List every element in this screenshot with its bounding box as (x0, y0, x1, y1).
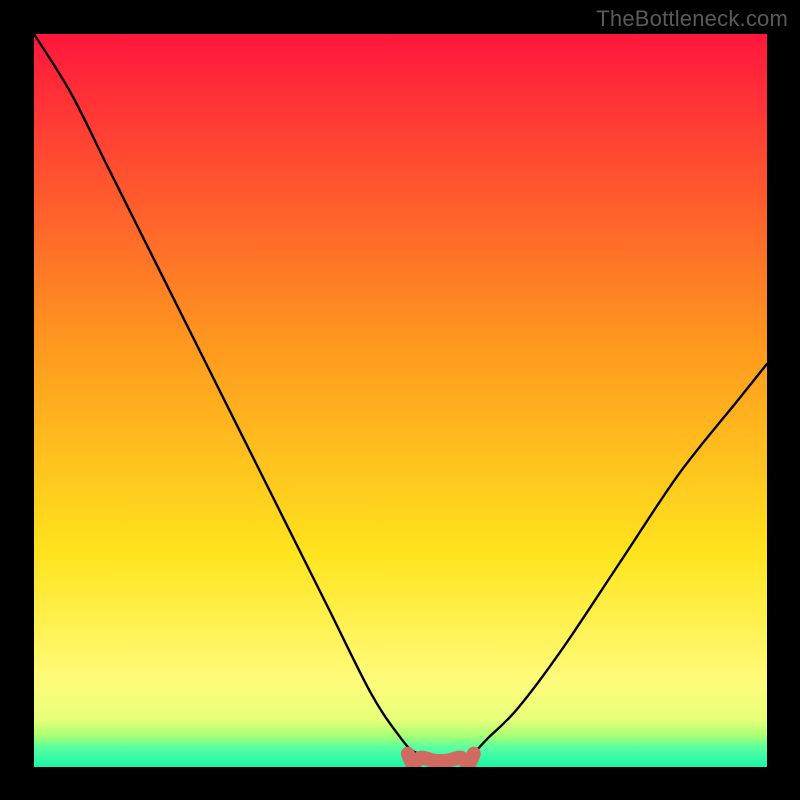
optimal-range-marker (408, 754, 474, 764)
bottleneck-chart (34, 34, 767, 767)
chart-frame: TheBottleneck.com (0, 0, 800, 800)
watermark-label: TheBottleneck.com (596, 6, 788, 32)
plot-area (34, 34, 767, 767)
gradient-background (34, 34, 767, 767)
